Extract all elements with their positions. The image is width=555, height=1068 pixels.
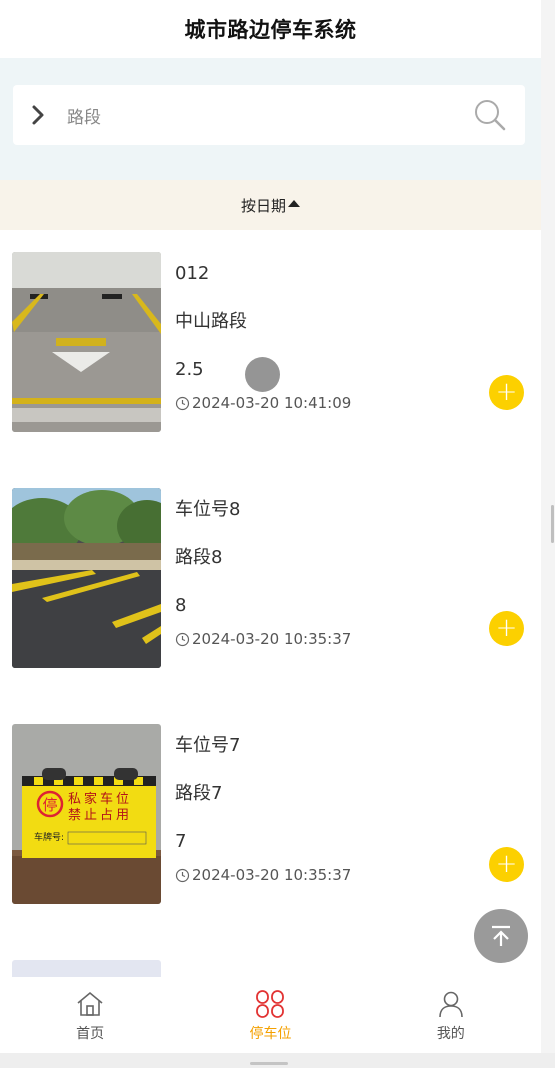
sort-label: 按日期 <box>240 196 286 215</box>
spot-number: 车位号8 <box>175 499 241 520</box>
tab-label: 我的 <box>436 1026 465 1042</box>
bottom-tab-bar: 首页 停车位 我的 <box>0 977 541 1053</box>
header: 城市路边停车系统 <box>0 0 541 58</box>
spot-number: 012 <box>175 263 210 284</box>
parking-photo <box>12 252 161 432</box>
clock-icon <box>175 396 190 410</box>
sort-by-date-button[interactable]: 按日期 <box>0 180 541 230</box>
scroll-to-top-button[interactable] <box>474 909 528 963</box>
tab-mine[interactable]: 我的 <box>361 977 541 1053</box>
clock-icon <box>175 632 190 646</box>
app-screen: 城市路边停车系统 路段 按日期 012 中山路段 2.5 2024-03-20 … <box>0 0 541 1068</box>
touch-indicator <box>245 357 280 392</box>
scrollbar-thumb[interactable] <box>551 505 554 543</box>
page-title: 城市路边停车系统 <box>184 18 357 42</box>
item-info: 车位号8 路段8 8 2024-03-20 10:35:37 <box>175 488 351 648</box>
add-button[interactable]: + <box>489 611 524 646</box>
timestamp: 2024-03-20 10:35:37 <box>175 866 351 884</box>
timestamp-text: 2024-03-20 10:35:37 <box>192 866 352 884</box>
sign-line1: 私家车位 <box>68 791 132 807</box>
chevron-right-icon[interactable] <box>31 103 51 127</box>
timestamp-text: 2024-03-20 10:35:37 <box>192 630 352 648</box>
system-bottom-strip <box>0 1053 555 1068</box>
spot-number: 车位号7 <box>175 735 241 756</box>
tab-parking[interactable]: 停车位 <box>180 977 360 1053</box>
sign-line2: 禁止占用 <box>68 808 132 823</box>
list-item[interactable]: 停 私家车位 禁止占用 车牌号: 车位号7 路段7 7 2024-03-20 1… <box>0 702 541 938</box>
price: 7 <box>175 831 187 852</box>
list-item[interactable]: 012 中山路段 2.5 2024-03-20 10:41:09 + <box>0 230 541 466</box>
scrollbar-track[interactable] <box>541 0 555 1053</box>
search-input[interactable]: 路段 <box>67 103 473 128</box>
search-icon[interactable] <box>473 98 507 132</box>
home-indicator[interactable] <box>250 1062 288 1065</box>
clock-icon <box>175 868 190 882</box>
item-info: 车位号7 路段7 7 2024-03-20 10:35:37 <box>175 724 351 884</box>
arrow-up-icon <box>492 925 510 946</box>
sign-plate-label: 车牌号: <box>34 831 64 843</box>
add-button[interactable]: + <box>489 375 524 410</box>
timestamp-text: 2024-03-20 10:41:09 <box>192 394 352 412</box>
user-icon <box>439 991 463 1018</box>
road-name: 路段7 <box>175 783 223 804</box>
home-icon <box>77 991 103 1016</box>
search-area: 路段 <box>0 58 541 180</box>
price: 8 <box>175 595 187 616</box>
parking-photo <box>12 960 161 978</box>
sign-badge: 停 <box>42 796 57 814</box>
search-bar[interactable]: 路段 <box>13 85 525 145</box>
parking-photo: 停 私家车位 禁止占用 车牌号: <box>12 724 161 904</box>
list-item-partial[interactable] <box>0 938 541 978</box>
tab-label: 停车位 <box>249 1026 292 1042</box>
timestamp: 2024-03-20 10:35:37 <box>175 630 351 648</box>
caret-up-icon <box>288 199 300 207</box>
tab-home[interactable]: 首页 <box>0 977 180 1053</box>
road-name: 路段8 <box>175 547 223 568</box>
tab-label: 首页 <box>76 1026 105 1042</box>
parking-grid-icon <box>256 990 285 1018</box>
add-button[interactable]: + <box>489 847 524 882</box>
timestamp: 2024-03-20 10:41:09 <box>175 394 351 412</box>
list-item[interactable]: 车位号8 路段8 8 2024-03-20 10:35:37 + <box>0 466 541 702</box>
parking-photo <box>12 488 161 668</box>
road-name: 中山路段 <box>175 311 247 332</box>
